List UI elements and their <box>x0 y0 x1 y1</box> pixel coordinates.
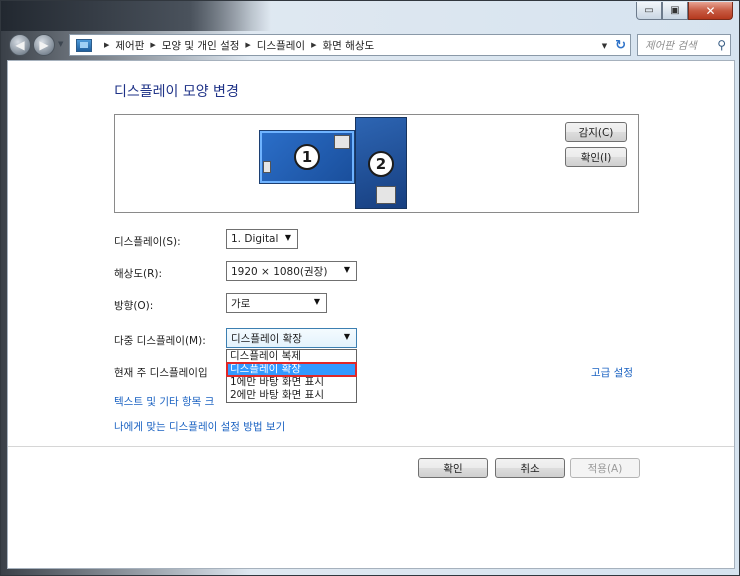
display-select-value: 1. Digital <box>231 233 279 245</box>
option-extend-display[interactable]: 디스플레이 확장 <box>226 362 357 377</box>
breadcrumb-separator-icon[interactable]: ▶ <box>245 41 250 49</box>
monitor-1-window-thumbnail <box>263 161 271 173</box>
breadcrumb-separator-icon[interactable]: ▶ <box>104 41 109 49</box>
apply-button[interactable]: 적용(A) <box>570 458 640 478</box>
display-select[interactable]: 1. Digital ▼ <box>226 229 298 249</box>
multi-display-label: 다중 디스플레이(M): <box>114 335 206 347</box>
navigation-bar: ◀ ▶ ▼ ▶ 제어판 ▶ 모양 및 개인 설정 ▶ 디스플레이 ▶ 화면 해상… <box>1 31 739 59</box>
footer-divider <box>8 446 734 447</box>
title-bar[interactable]: ▭ ▣ ✕ <box>1 1 739 31</box>
maximize-button[interactable]: ▣ <box>662 2 688 20</box>
breadcrumb-item-control-panel[interactable]: 제어판 <box>115 38 144 53</box>
option-show-only-on-1[interactable]: 1에만 바탕 화면 표시 <box>227 376 356 389</box>
option-show-only-on-2[interactable]: 2에만 바탕 화면 표시 <box>227 389 356 402</box>
back-button[interactable]: ◀ <box>9 34 31 56</box>
monitor-1-number: 1 <box>294 144 320 170</box>
recent-pages-dropdown[interactable]: ▼ <box>58 40 63 48</box>
title-bar-dark-area <box>1 1 271 31</box>
monitor-1-preview[interactable]: 1 <box>259 130 355 184</box>
identify-button[interactable]: 확인(I) <box>565 147 627 167</box>
multi-display-select-value: 디스플레이 확장 <box>231 332 302 345</box>
display-settings-help-link[interactable]: 나에게 맞는 디스플레이 설정 방법 보기 <box>114 419 285 434</box>
refresh-icon[interactable]: ↻ <box>615 38 626 53</box>
control-panel-window: ▭ ▣ ✕ ◀ ▶ ▼ ▶ 제어판 ▶ 모양 및 개인 설정 ▶ 디스플레이 ▶… <box>0 0 740 576</box>
forward-arrow-icon: ▶ <box>39 38 49 52</box>
chevron-down-icon: ▼ <box>343 265 350 274</box>
search-icon[interactable]: ⚲ <box>717 38 726 52</box>
current-main-display-text: 현재 주 디스플레이입 <box>114 367 208 379</box>
monitor-2-number: 2 <box>368 151 394 177</box>
orientation-select-value: 가로 <box>231 297 251 310</box>
orientation-label: 방향(O): <box>114 300 154 312</box>
minimize-button[interactable]: ▭ <box>636 2 662 20</box>
chevron-down-icon: ▼ <box>313 297 320 306</box>
orientation-select[interactable]: 가로 ▼ <box>226 293 327 313</box>
text-size-link[interactable]: 텍스트 및 기타 항목 크 <box>114 394 214 409</box>
control-panel-icon <box>76 38 92 52</box>
address-dropdown-icon[interactable]: ▼ <box>602 42 607 50</box>
close-button[interactable]: ✕ <box>688 2 733 20</box>
multi-display-select[interactable]: 디스플레이 확장 ▼ <box>226 328 357 348</box>
address-bar-actions: ▼ ↻ <box>602 38 626 53</box>
monitor-2-preview[interactable]: 2 <box>355 117 407 209</box>
multi-display-options-list: 디스플레이 복제 디스플레이 확장 1에만 바탕 화면 표시 2에만 바탕 화면… <box>226 349 357 403</box>
breadcrumb-separator-icon[interactable]: ▶ <box>311 41 316 49</box>
breadcrumb-item-display[interactable]: 디스플레이 <box>257 38 305 53</box>
breadcrumb-separator-icon[interactable]: ▶ <box>150 41 155 49</box>
chevron-down-icon: ▼ <box>343 332 350 341</box>
cancel-button[interactable]: 취소 <box>495 458 565 478</box>
back-arrow-icon: ◀ <box>15 38 25 52</box>
resolution-select-value: 1920 × 1080(권장) <box>231 265 328 278</box>
search-input[interactable]: 제어판 검색 ⚲ <box>637 34 731 56</box>
resolution-select[interactable]: 1920 × 1080(권장) ▼ <box>226 261 357 281</box>
breadcrumb: ▶ 제어판 ▶ 모양 및 개인 설정 ▶ 디스플레이 ▶ 화면 해상도 <box>98 38 374 53</box>
chevron-down-icon: ▼ <box>284 233 291 242</box>
address-bar[interactable]: ▶ 제어판 ▶ 모양 및 개인 설정 ▶ 디스플레이 ▶ 화면 해상도 ▼ ↻ <box>69 34 631 56</box>
advanced-settings-link[interactable]: 고급 설정 <box>591 365 633 380</box>
monitor-1-window-thumbnail <box>334 135 350 149</box>
window-controls: ▭ ▣ ✕ <box>636 2 733 20</box>
ok-button[interactable]: 확인 <box>418 458 488 478</box>
display-preview-panel: 1 2 감지(C) 확인(I) <box>114 114 639 213</box>
page-title: 디스플레이 모양 변경 <box>114 84 239 100</box>
breadcrumb-item-appearance[interactable]: 모양 및 개인 설정 <box>162 38 240 53</box>
option-duplicate-display[interactable]: 디스플레이 복제 <box>227 350 356 363</box>
monitor-2-window-thumbnail <box>376 186 396 204</box>
forward-button[interactable]: ▶ <box>33 34 55 56</box>
display-label: 디스플레이(S): <box>114 236 181 248</box>
detect-button[interactable]: 감지(C) <box>565 122 627 142</box>
resolution-label: 해상도(R): <box>114 268 163 280</box>
search-placeholder: 제어판 검색 <box>645 39 697 52</box>
main-content: 디스플레이 모양 변경 1 2 감지(C) 확인(I) 디스플레이(S): 1.… <box>7 60 735 569</box>
breadcrumb-item-screen-resolution[interactable]: 화면 해상도 <box>323 38 375 53</box>
